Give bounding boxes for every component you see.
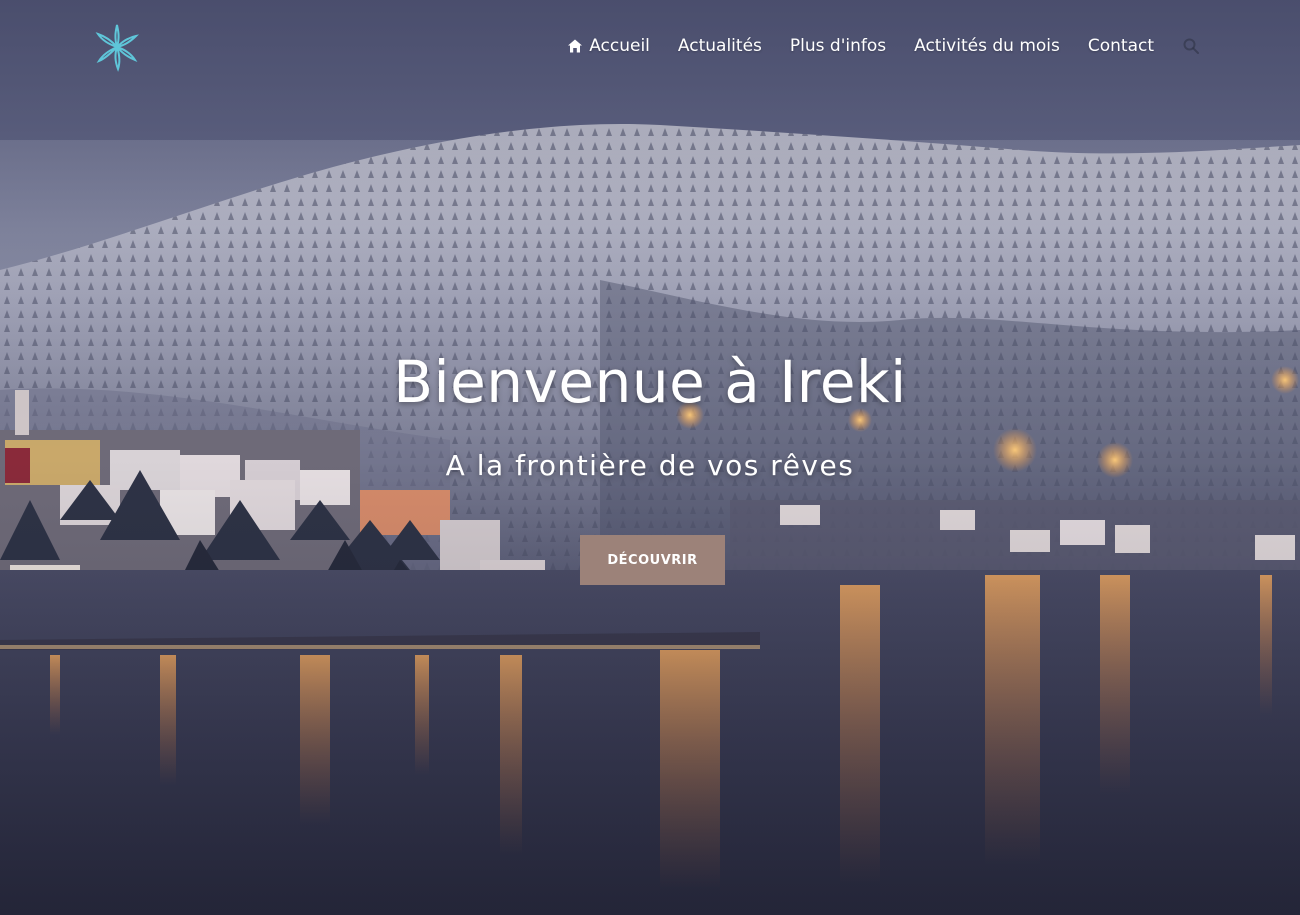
nav-item-label: Activités du mois (914, 36, 1060, 56)
nav-item-label: Plus d'infos (789, 36, 887, 56)
nav-item-label: Accueil (589, 36, 650, 56)
hero-subtitle: A la frontière de vos rêves (445, 449, 855, 482)
nav-item-label: Actualités (677, 36, 762, 56)
nav-item-plus-infos[interactable]: Plus d'infos (790, 34, 886, 58)
decouvrir-button[interactable]: DÉCOUVRIR (580, 535, 725, 585)
hero-section: Accueil Actualités Plus d'infos Activité… (0, 0, 1300, 915)
hero-content: Bienvenue à Ireki A la frontière de vos … (0, 340, 1300, 484)
nav-item-accueil[interactable]: Accueil (567, 34, 650, 58)
nav-item-contact[interactable]: Contact (1088, 34, 1154, 58)
nav-item-activites[interactable]: Activités du mois (914, 34, 1060, 58)
site-header: Accueil Actualités Plus d'infos Activité… (0, 0, 1300, 95)
hero-title: Bienvenue à Ireki (393, 348, 907, 416)
home-icon (568, 39, 583, 53)
search-icon (1183, 38, 1199, 54)
nav-item-actualites[interactable]: Actualités (678, 34, 762, 58)
nav-item-label: Contact (1087, 36, 1154, 56)
main-nav: Accueil Actualités Plus d'infos Activité… (567, 34, 1200, 58)
search-button[interactable] (1182, 37, 1200, 55)
star-flower-logo-icon[interactable] (92, 22, 142, 72)
